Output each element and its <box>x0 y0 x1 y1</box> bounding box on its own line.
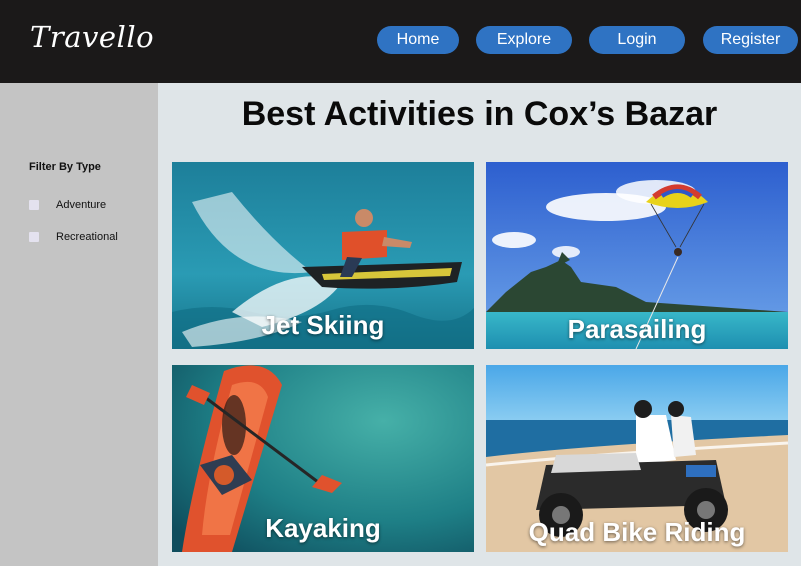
brand-logo[interactable]: Travello <box>30 20 154 54</box>
adventure-checkbox[interactable] <box>29 200 39 210</box>
recreational-checkbox[interactable] <box>29 232 39 242</box>
activity-label: Parasailing <box>567 314 707 344</box>
filter-adventure-label: Adventure <box>56 199 107 211</box>
activity-label: Jet Skiing <box>261 310 385 340</box>
activity-card-jet-skiing[interactable]: Jet Skiing <box>172 162 474 349</box>
filter-adventure[interactable]: Adventure <box>29 199 106 211</box>
filter-recreational-label: Recreational <box>56 231 118 243</box>
main-content: Best Activities in Cox’s Bazar Jet Skiin… <box>158 83 801 566</box>
activity-card-kayaking[interactable]: Kayaking <box>172 365 474 552</box>
nav-explore-button[interactable]: Explore <box>476 26 572 54</box>
nav-home-button[interactable]: Home <box>377 26 459 54</box>
page-title: Best Activities in Cox’s Bazar <box>241 95 718 133</box>
nav-login-button[interactable]: Login <box>589 26 685 54</box>
filter-sidebar: Filter By Type Adventure Recreational <box>0 83 158 566</box>
filter-recreational[interactable]: Recreational <box>29 231 118 243</box>
activity-label: Quad Bike Riding <box>528 517 746 547</box>
filter-title: Filter By Type <box>29 161 101 173</box>
activity-card-quad-bike-riding[interactable]: Quad Bike Riding <box>486 365 788 552</box>
activity-label: Kayaking <box>265 513 381 543</box>
activity-card-parasailing[interactable]: Parasailing <box>486 162 788 349</box>
top-navigation-bar: Travello Home Explore Login Register <box>0 0 801 83</box>
nav-register-button[interactable]: Register <box>703 26 798 54</box>
